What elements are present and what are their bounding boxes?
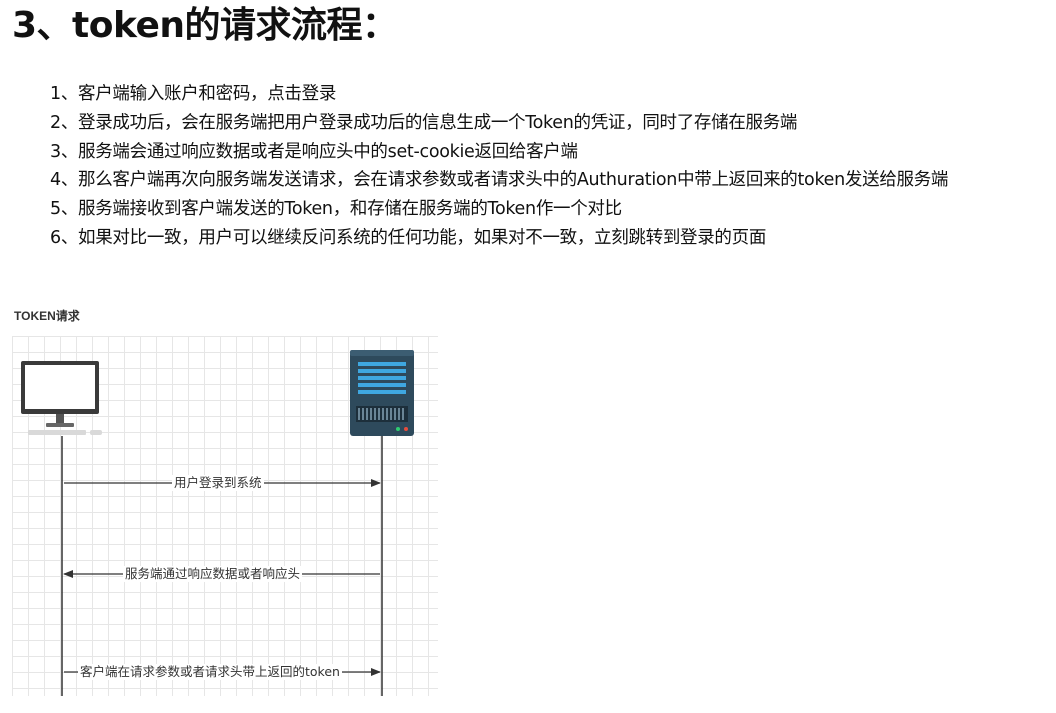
- desktop-computer-icon: [21, 361, 102, 435]
- diagram-graphics: [21, 350, 414, 696]
- step-item: 4、那么客户端再次向服务端发送请求，会在请求参数或者请求头中的Authurati…: [50, 170, 949, 191]
- step-item: 1、客户端输入账户和密码，点击登录: [50, 84, 337, 104]
- message-label: 用户登录到系统: [172, 475, 264, 491]
- server-rack-icon: [350, 350, 414, 436]
- step-item: 5、服务端接收到客户端发送的Token，和存储在服务端的Token作一个对比: [50, 199, 622, 220]
- step-item: 2、登录成功后，会在服务端把用户登录成功后的信息生成一个Token的凭证，同时了…: [50, 112, 798, 133]
- message-label: 服务端通过响应数据或者响应头: [123, 566, 303, 582]
- message-label: 客户端在请求参数或者请求头带上返回的token: [78, 664, 342, 680]
- token-sequence-diagram: TOKEN请求 用户登录到系统 服务端通过响应数据或者响应头 客户端在请求参数或…: [12, 304, 438, 696]
- step-item: 3、服务端会通过响应数据或者是响应头中的set-cookie返回给客户端: [50, 141, 578, 162]
- step-item: 6、如果对比一致，用户可以继续反问系统的任何功能，如果对不一致，立刻跳转到登录的…: [50, 227, 767, 248]
- steps-list: 1、客户端输入账户和密码，点击登录 2、登录成功后，会在服务端把用户登录成功后的…: [50, 80, 948, 253]
- section-heading: 3、token的请求流程：: [12, 5, 398, 46]
